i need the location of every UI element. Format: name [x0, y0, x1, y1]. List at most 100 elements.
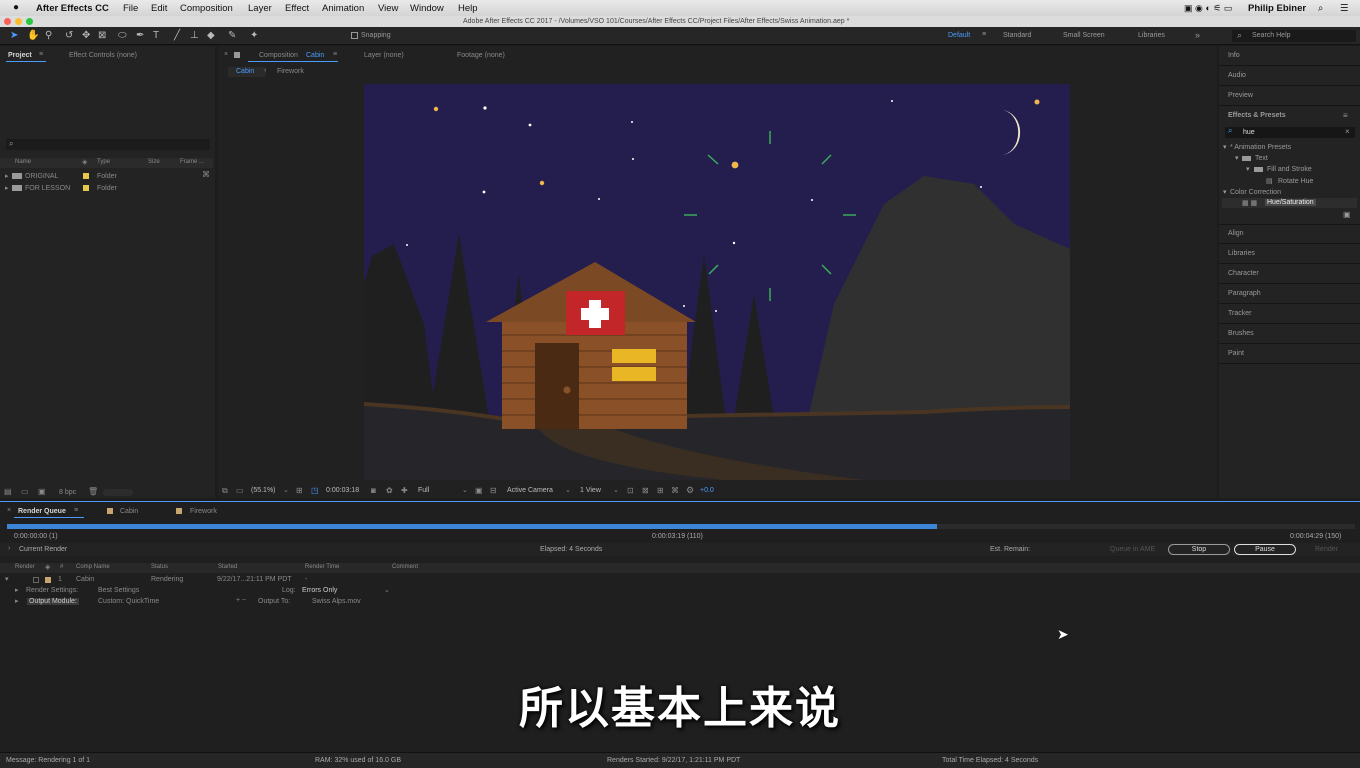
panel-character[interactable]: Character [1228, 270, 1259, 277]
panel-align[interactable]: Align [1228, 230, 1244, 237]
label-col-icon[interactable]: ◈ [82, 158, 87, 166]
col-render-time[interactable]: Render Time [305, 564, 339, 570]
tab-effect-controls[interactable]: Effect Controls (none) [69, 52, 137, 59]
menu-composition[interactable]: Composition [180, 3, 233, 14]
puppet-tool-icon[interactable]: ✦ [250, 30, 258, 41]
workspace-menu-icon[interactable]: ≡ [982, 31, 986, 38]
label-color-swatch[interactable] [83, 185, 89, 191]
roto-brush-tool-icon[interactable]: ✎ [228, 30, 236, 41]
panel-libraries[interactable]: Libraries [1228, 250, 1255, 257]
tree-hue-saturation[interactable]: Hue/Saturation [1265, 199, 1316, 206]
camera-tool-icon[interactable]: ✥ [82, 30, 90, 41]
expand-arrow-icon[interactable]: ▸ [5, 184, 9, 192]
trash-icon[interactable]: 🗑 [88, 487, 98, 496]
menu-animation[interactable]: Animation [322, 3, 364, 14]
thumbnail-slider[interactable] [103, 489, 133, 496]
tab-composition-name[interactable]: Cabin [306, 52, 324, 59]
grid-icon[interactable]: ⊞ [296, 486, 303, 495]
log-dropdown[interactable]: Errors Only [302, 587, 337, 594]
notification-icon[interactable]: ☰ [1340, 3, 1349, 14]
menu-file[interactable]: File [123, 3, 138, 14]
clear-search-icon[interactable]: × [1345, 127, 1350, 136]
breadcrumb-firework[interactable]: Firework [277, 68, 304, 75]
tab-composition-prefix[interactable]: Composition [259, 52, 298, 59]
col-name[interactable]: Name [15, 159, 31, 165]
col-frame[interactable]: Frame ... [180, 159, 204, 165]
tree-arrow-icon[interactable]: ▾ [1223, 188, 1227, 196]
zoom-level-dropdown[interactable]: (55.1%) [251, 487, 276, 494]
label-color-swatch[interactable] [45, 577, 51, 583]
panel-audio[interactable]: Audio [1228, 72, 1246, 79]
col-comp-name[interactable]: Comp Name [76, 564, 110, 570]
queue-in-ame-button[interactable]: Queue in AME [1110, 546, 1155, 553]
minimize-window-button[interactable] [15, 18, 22, 25]
workspace-standard[interactable]: Standard [1003, 32, 1031, 39]
new-comp-icon[interactable]: ▣ [38, 487, 46, 496]
tab-layer[interactable]: Layer (none) [364, 52, 404, 59]
output-to-value[interactable]: Swiss Alps.mov [312, 598, 361, 605]
output-module-value[interactable]: Custom: QuickTime [98, 598, 159, 605]
col-status[interactable]: Status [151, 564, 168, 570]
tree-text[interactable]: Text [1255, 155, 1268, 162]
mask-icon[interactable]: ◳ [311, 486, 319, 495]
show-snapshot-icon[interactable]: ✿ [386, 486, 393, 495]
clone-tool-icon[interactable]: ⊥ [190, 30, 199, 41]
tab-render-queue[interactable]: Render Queue [18, 508, 66, 515]
render-checkbox[interactable] [33, 577, 39, 583]
new-folder-icon[interactable]: ▭ [21, 487, 29, 496]
chevron-down-icon[interactable]: ⌄ [565, 486, 571, 494]
chevron-down-icon[interactable]: ⌄ [462, 486, 468, 494]
flowchart-icon[interactable]: ⌘ [671, 486, 679, 495]
pan-behind-tool-icon[interactable]: ⊠ [98, 30, 106, 41]
menu-window[interactable]: Window [410, 3, 444, 14]
project-search-input[interactable] [6, 139, 210, 150]
tree-rotate-hue[interactable]: Rotate Hue [1278, 178, 1313, 185]
comp-viewer-canvas[interactable] [364, 84, 1070, 480]
expand-workspaces-icon[interactable]: » [1195, 30, 1200, 40]
tab-footage[interactable]: Footage (none) [457, 52, 505, 59]
effects-panel-menu-icon[interactable]: ≡ [1343, 111, 1348, 120]
region-of-interest-icon[interactable]: ▣ [475, 486, 483, 495]
render-button[interactable]: Render [1315, 546, 1338, 553]
close-window-button[interactable] [4, 18, 11, 25]
tree-animation-presets[interactable]: * Animation Presets [1230, 144, 1291, 151]
panel-paint[interactable]: Paint [1228, 350, 1244, 357]
panel-tracker[interactable]: Tracker [1228, 310, 1251, 317]
render-queue-row[interactable]: ▾ 1 Cabin Rendering 9/22/17...21:11 PM P… [0, 574, 1360, 585]
col-size[interactable]: Size [148, 159, 160, 165]
workspace-small-screen[interactable]: Small Screen [1063, 32, 1105, 39]
tab-project[interactable]: Project [8, 52, 32, 59]
expand-arrow-icon[interactable]: › [8, 545, 10, 552]
expand-arrow-icon[interactable]: ▸ [15, 586, 19, 594]
menu-layer[interactable]: Layer [248, 3, 272, 14]
current-time[interactable]: 0:00:03:18 [326, 487, 359, 494]
comp-panel-menu-icon[interactable]: ≡ [333, 51, 337, 58]
transparency-grid-icon[interactable]: ⊟ [490, 486, 497, 495]
panel-paragraph[interactable]: Paragraph [1228, 290, 1261, 297]
apple-icon[interactable]: ● [13, 2, 19, 13]
panel-effects-presets[interactable]: Effects & Presets [1228, 112, 1286, 119]
col-started[interactable]: Started [218, 564, 237, 570]
resolution-dropdown[interactable]: Full [418, 487, 429, 494]
monitor-icon[interactable]: ▭ [236, 486, 244, 495]
panel-brushes[interactable]: Brushes [1228, 330, 1254, 337]
view-layout-dropdown[interactable]: 1 View [580, 487, 601, 494]
expand-arrow-icon[interactable]: ▸ [5, 172, 9, 180]
flowchart-icon[interactable]: ⌘ [202, 170, 210, 179]
spotlight-icon[interactable]: ⌕ [1318, 3, 1323, 14]
close-tab-icon[interactable]: × [224, 51, 228, 58]
new-bin-icon[interactable]: ▣ [1343, 210, 1351, 219]
exposure-value[interactable]: +0.0 [700, 487, 714, 494]
project-item-for-lesson[interactable]: ▸ FOR LESSON Folder [0, 183, 213, 194]
rotate-tool-icon[interactable]: ↺ [65, 30, 73, 41]
tree-arrow-icon[interactable]: ▾ [1235, 154, 1239, 162]
pixel-aspect-icon[interactable]: ⊡ [627, 486, 634, 495]
zoom-tool-icon[interactable]: ⚲ [45, 30, 52, 41]
interpret-footage-icon[interactable]: ▤ [4, 487, 12, 496]
chevron-down-icon[interactable]: ⌄ [283, 486, 289, 494]
search-help-field[interactable] [1232, 30, 1356, 42]
chevron-down-icon[interactable]: ⌄ [613, 486, 619, 494]
col-render[interactable]: Render [15, 564, 35, 570]
label-col-icon[interactable]: ◈ [45, 563, 50, 571]
menu-view[interactable]: View [378, 3, 398, 14]
